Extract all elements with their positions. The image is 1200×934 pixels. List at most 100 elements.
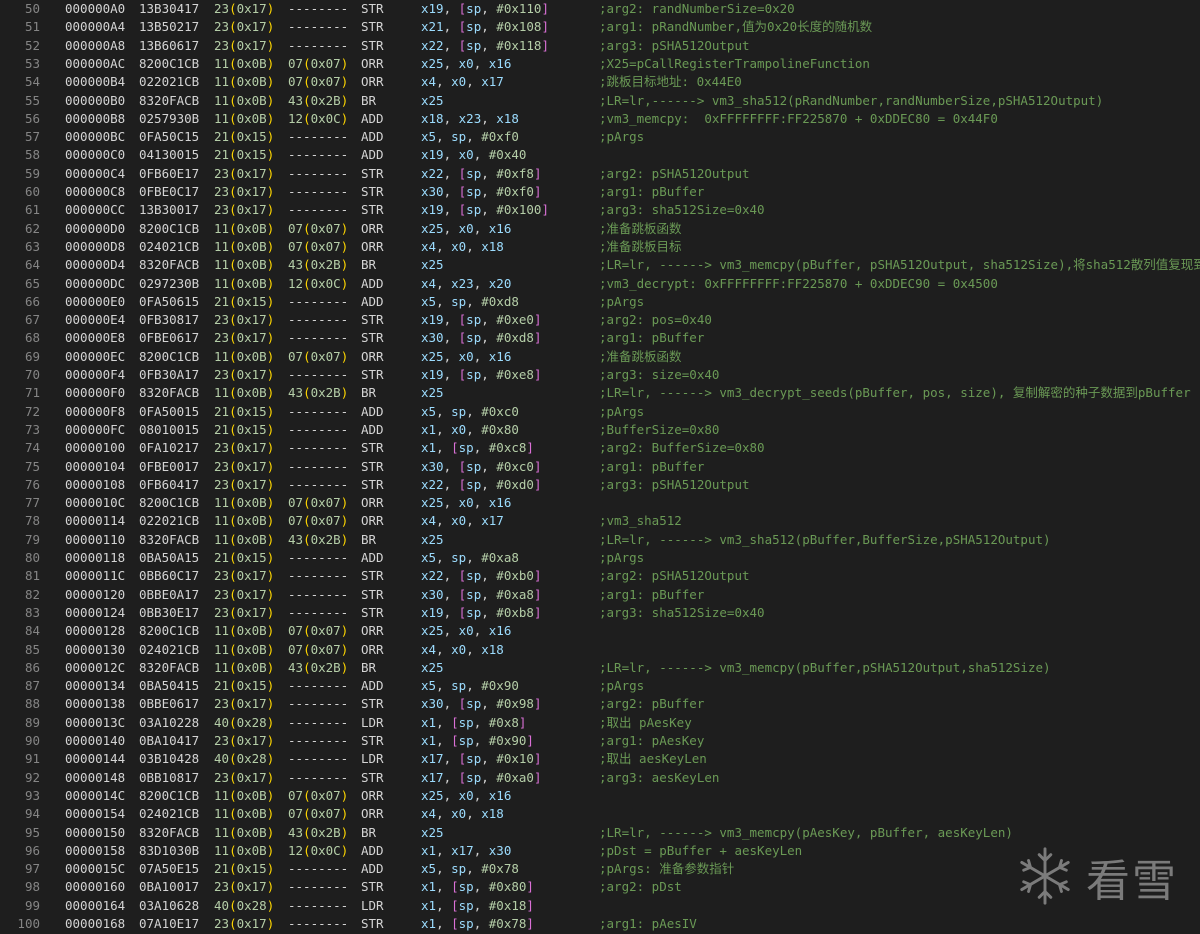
- operand-byte-1: 23(0x17): [214, 769, 275, 785]
- operand-byte-1: 23(0x17): [214, 586, 275, 602]
- operand-byte-2: --------: [288, 440, 349, 456]
- operand-byte-1: 11(0x0B): [214, 641, 275, 657]
- address: 000000B0: [65, 92, 126, 108]
- code-line: 78 00000114 022021CB 11(0x0B) 07(0x07) ORR x4,…: [0, 512, 1200, 530]
- operand-byte-1: 23(0x17): [214, 330, 275, 346]
- operand-byte-1: 23(0x17): [214, 367, 275, 382]
- code-line: 83 00000124 0BB30E17 23(0x17) -------- STR x19…: [0, 604, 1200, 622]
- operand-byte-1: 11(0x0B): [214, 220, 275, 236]
- code-editor[interactable]: 50 000000A0 13B30417 23(0x17) -------- STR x19…: [0, 0, 1200, 934]
- address: 00000138: [65, 696, 126, 712]
- encoding: 07A10E17: [139, 916, 200, 931]
- operands: x1, [sp, #0x78]: [421, 916, 534, 931]
- line-number: 57: [24, 129, 40, 145]
- encoding: 0FBE0617: [139, 330, 200, 346]
- code-line: 50 000000A0 13B30417 23(0x17) -------- STR x19…: [0, 0, 1200, 18]
- operands: x25: [421, 531, 444, 547]
- address: 000000F0: [65, 385, 126, 401]
- line-number: 88: [24, 696, 40, 712]
- address: 0000014C: [65, 787, 126, 803]
- mnemonic: ORR: [361, 641, 384, 657]
- line-number: 75: [24, 458, 40, 474]
- code-line: 59 000000C4 0FB60E17 23(0x17) -------- STR x22…: [0, 165, 1200, 183]
- operand-byte-1: 23(0x17): [214, 916, 275, 931]
- code-line: 89 0000013C 03A10228 40(0x28) -------- LDR x1,…: [0, 714, 1200, 732]
- operand-byte-2: 07(0x07): [288, 74, 349, 90]
- code-line: 82 00000120 0BBE0A17 23(0x17) -------- STR x30…: [0, 586, 1200, 604]
- operand-byte-2: --------: [288, 129, 349, 145]
- encoding: 03A10628: [139, 897, 200, 913]
- comment: ;LR=lr, ------> vm3_memcpy(pBuffer, pSHA…: [599, 257, 1200, 273]
- encoding: 8200C1CB: [139, 348, 200, 364]
- address: 00000124: [65, 604, 126, 620]
- mnemonic: STR: [361, 696, 384, 712]
- comment: ;arg1: pAesIV: [599, 916, 697, 931]
- address: 0000013C: [65, 714, 126, 730]
- line-number: 78: [24, 513, 40, 529]
- mnemonic: BR: [361, 531, 377, 547]
- encoding: 04130015: [139, 147, 200, 163]
- code-line: 90 00000140 0BA10417 23(0x17) -------- STR x1,…: [0, 732, 1200, 750]
- encoding: 024021CB: [139, 641, 200, 657]
- operand-byte-1: 23(0x17): [214, 184, 275, 199]
- operand-byte-1: 23(0x17): [214, 733, 275, 748]
- operand-byte-1: 11(0x0B): [214, 824, 275, 840]
- line-number: 86: [24, 659, 40, 675]
- mnemonic: STR: [361, 184, 384, 199]
- operand-byte-2: 12(0x0C): [288, 275, 349, 291]
- operands: x25, x0, x16: [421, 348, 512, 364]
- operands: x4, x0, x18: [421, 641, 504, 657]
- mnemonic: ADD: [361, 275, 384, 291]
- operand-byte-2: --------: [288, 330, 349, 346]
- code-line: 54 000000B4 022021CB 11(0x0B) 07(0x07) ORR x4,…: [0, 73, 1200, 91]
- encoding: 0BA50A15: [139, 550, 200, 565]
- operands: x19, x0, #0x40: [421, 147, 527, 163]
- encoding: 0BBE0A17: [139, 586, 200, 602]
- operand-byte-1: 23(0x17): [214, 458, 275, 474]
- operands: x30, [sp, #0xd8]: [421, 330, 542, 346]
- comment: ;LR=lr, ------> vm3_memcpy(pAesKey, pBuf…: [599, 824, 1013, 840]
- encoding: 0FA50C15: [139, 129, 200, 145]
- mnemonic: ADD: [361, 129, 384, 145]
- address: 000000E4: [65, 312, 126, 328]
- comment: ;arg2: pos=0x40: [599, 312, 712, 328]
- operands: x25: [421, 385, 444, 401]
- operand-byte-1: 21(0x15): [214, 403, 275, 419]
- address: 0000015C: [65, 861, 126, 877]
- address: 00000134: [65, 678, 126, 694]
- operand-byte-1: 11(0x0B): [214, 495, 275, 511]
- mnemonic: STR: [361, 312, 384, 328]
- comment: ;LR=lr, ------> vm3_decrypt_seeds(pBuffe…: [599, 385, 1191, 401]
- comment: ;pArgs: [599, 129, 645, 145]
- code-line: 74 00000100 0FA10217 23(0x17) -------- STR x1,…: [0, 439, 1200, 457]
- encoding: 0FA50615: [139, 293, 200, 309]
- code-line: 72 000000F8 0FA50015 21(0x15) -------- ADD x5,…: [0, 403, 1200, 421]
- code-line: 85 00000130 024021CB 11(0x0B) 07(0x07) ORR x4,…: [0, 641, 1200, 659]
- operands: x4, x0, x17: [421, 74, 504, 90]
- line-number: 69: [24, 348, 40, 364]
- line-number: 99: [24, 897, 40, 913]
- operand-byte-1: 11(0x0B): [214, 806, 275, 822]
- mnemonic: ADD: [361, 293, 384, 309]
- comment: ;arg1: pBuffer: [599, 586, 705, 602]
- mnemonic: STR: [361, 879, 384, 895]
- mnemonic: STR: [361, 367, 384, 382]
- address: 000000B4: [65, 74, 126, 90]
- mnemonic: ADD: [361, 147, 384, 163]
- line-number: 82: [24, 586, 40, 602]
- operand-byte-2: 07(0x07): [288, 348, 349, 364]
- encoding: 8200C1CB: [139, 495, 200, 511]
- address: 00000108: [65, 476, 126, 492]
- operands: x5, sp, #0xc0: [421, 403, 519, 419]
- address: 00000100: [65, 440, 126, 456]
- address: 000000A4: [65, 19, 126, 35]
- encoding: 13B60617: [139, 37, 200, 53]
- operands: x1, [sp, #0x90]: [421, 733, 534, 748]
- code-line: 62 000000D0 8200C1CB 11(0x0B) 07(0x07) ORR x25…: [0, 220, 1200, 238]
- comment: ;arg2: randNumberSize=0x20: [599, 1, 795, 16]
- address: 00000144: [65, 751, 126, 767]
- operands: x25: [421, 659, 444, 675]
- operands: x22, [sp, #0x118]: [421, 37, 549, 53]
- address: 00000140: [65, 733, 126, 748]
- operand-byte-2: 43(0x2B): [288, 385, 349, 401]
